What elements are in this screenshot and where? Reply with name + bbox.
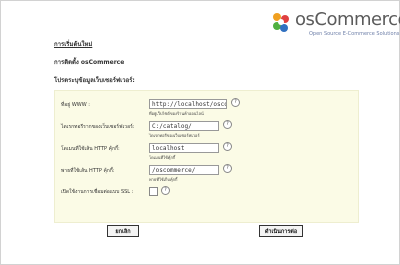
server-info-form: ที่อยู่ WWW : http://localhost/oscom ? ท… xyxy=(54,90,359,223)
www-address-input[interactable]: http://localhost/oscom xyxy=(149,99,227,109)
http-domain-label: โดเมนที่ใช้เส้น HTTP คุ้กกี้: xyxy=(61,146,120,152)
http-path-input[interactable]: /oscommerce/ xyxy=(149,165,219,175)
root-dir-hint: ไดเรกทอรีของเว็บเซอร์ฟเวอร์ xyxy=(149,133,200,138)
root-dir-label: ไดเรกทอรีรากของเว็บเซอร์ฟเวอร์: xyxy=(61,124,135,130)
http-path-hint: พาธที่ใช้เก็บคุ้กกี้ xyxy=(149,177,178,182)
help-icon[interactable]: ? xyxy=(223,142,232,151)
instruction-text: โปรดระบุข้อมูลเว็บเซอร์ฟเวอร์: xyxy=(54,77,135,84)
ssl-checkbox[interactable] xyxy=(149,187,158,196)
help-icon[interactable]: ? xyxy=(223,164,232,173)
www-address-hint: ที่อยู่เว็บไซต์ของร้านค้าออนไลน์ xyxy=(149,111,204,116)
help-icon[interactable]: ? xyxy=(231,98,240,107)
http-path-label: พาธที่ใช้เส้น HTTP คุ้กกี้: xyxy=(61,168,115,174)
root-dir-input[interactable]: C:/catalog/ xyxy=(149,121,219,131)
help-icon[interactable]: ? xyxy=(223,120,232,129)
install-panel: การเริ่มต้นใหม่ การติดตั้ง osCommerce โป… xyxy=(9,23,393,263)
page-subtitle: การติดตั้ง osCommerce xyxy=(54,59,125,66)
www-address-label: ที่อยู่ WWW : xyxy=(61,102,90,108)
continue-button[interactable]: ดำเนินการต่อ xyxy=(259,225,303,237)
page-title: การเริ่มต้นใหม่ xyxy=(54,41,93,48)
help-icon[interactable]: ? xyxy=(161,186,170,195)
http-domain-input[interactable]: localhost xyxy=(149,143,219,153)
http-domain-hint: โดเมนที่ใช้คุ้กกี้ xyxy=(149,155,176,160)
cancel-button[interactable]: ยกเลิก xyxy=(107,225,139,237)
ssl-label: เปิดใช้งานการเชื่อมต่อแบบ SSL : xyxy=(61,189,134,195)
installer-window: osCommerce Open Source E-Commerce Soluti… xyxy=(0,0,400,265)
